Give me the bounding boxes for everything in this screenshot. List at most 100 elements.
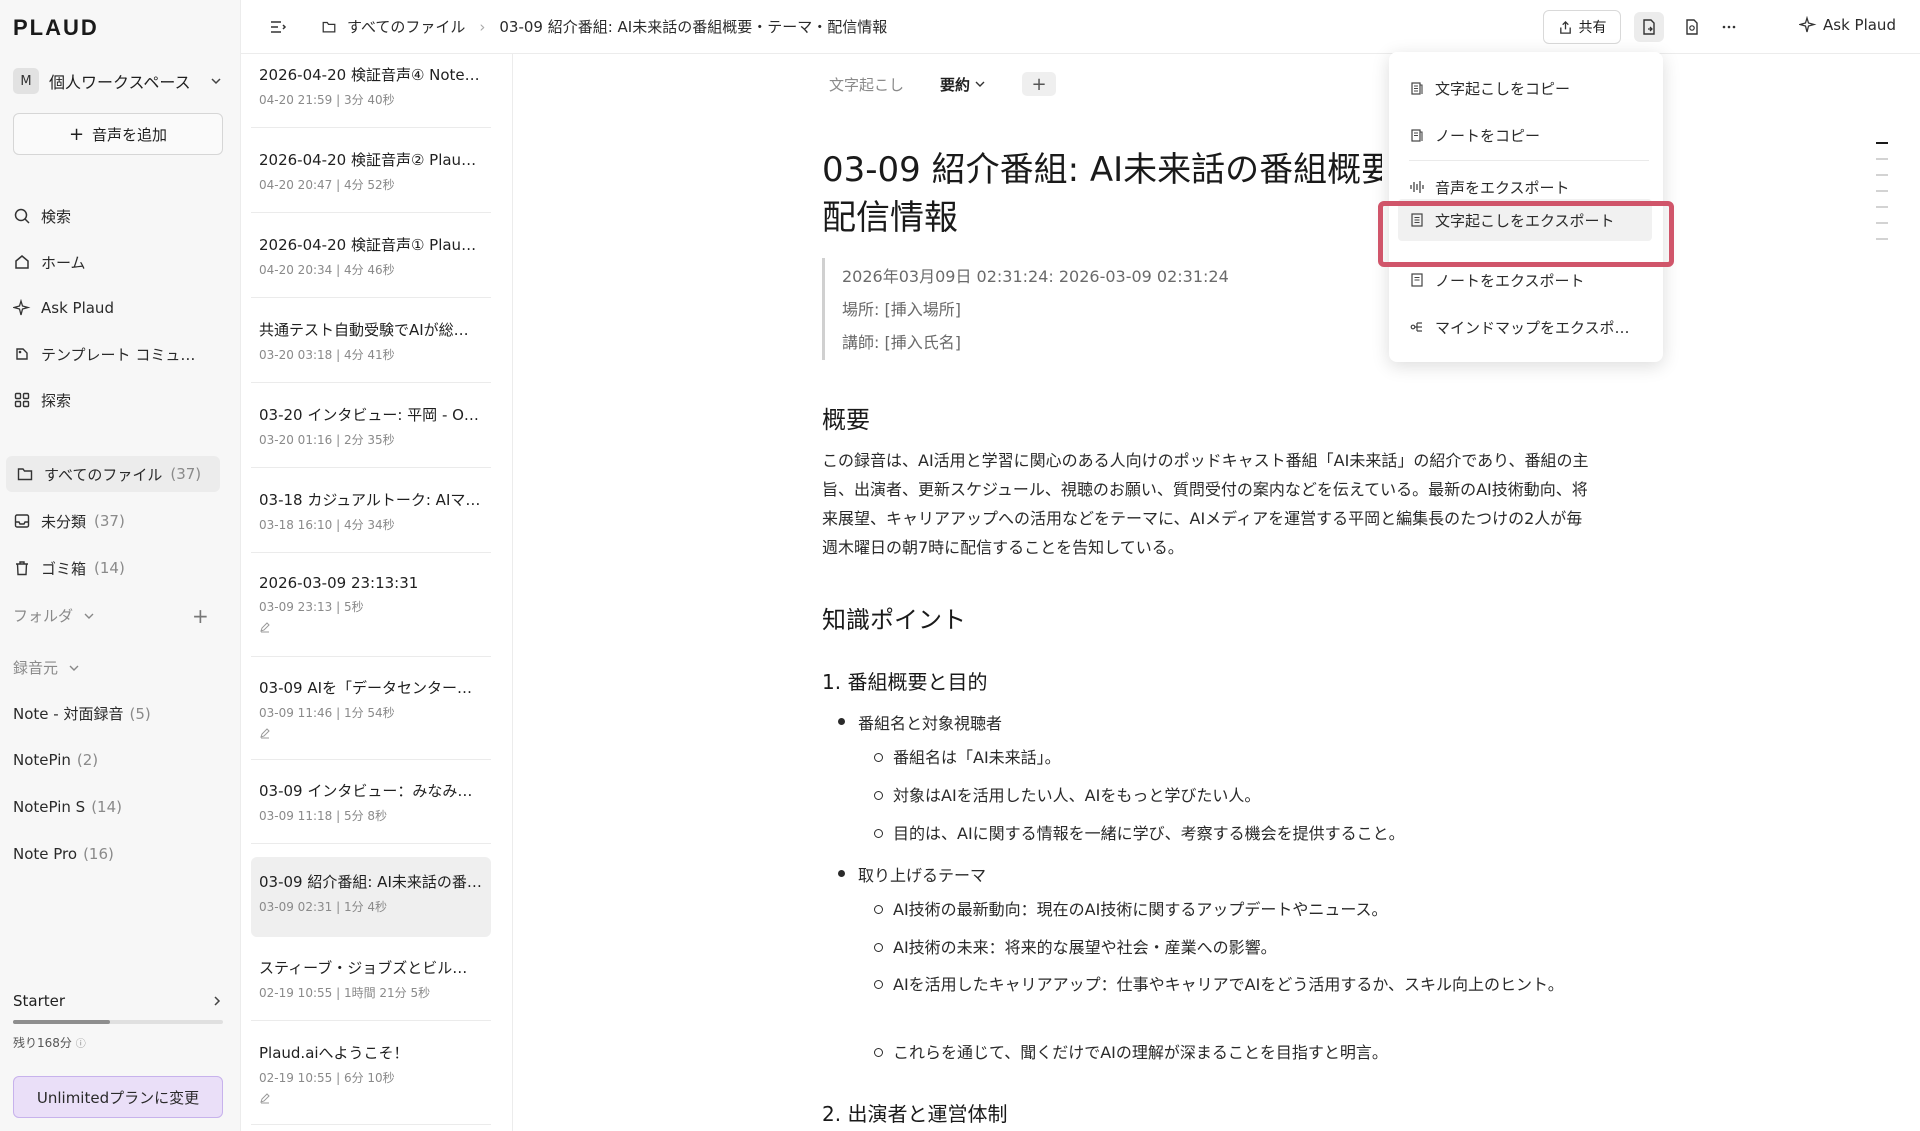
info-icon: ⓘ xyxy=(75,1039,86,1050)
file-count: (37) xyxy=(170,465,202,483)
menu-label: 文字起こしをエクスポート xyxy=(1435,211,1615,230)
outline-marker[interactable] xyxy=(1876,238,1888,240)
file-meta: 03-18 16:10 | 4分 34秒 xyxy=(259,518,395,532)
file-item[interactable]: 03-18 カジュアルトーク: AIマ… 03-18 16:10 | 4分 34秒 xyxy=(251,479,491,553)
tab-transcript[interactable]: 文字起こし xyxy=(829,74,904,95)
plaud-logo: PLAUD xyxy=(13,15,99,40)
file-item[interactable]: スティーブ・ジョブズとビル… 02-19 10:55 | 1時間 21分 5秒 xyxy=(251,947,491,1021)
sub-bullet-item: これらを通じて、聞くだけでAIの理解が深まることを目指すと明言。 xyxy=(874,1038,1593,1068)
tab-summary[interactable]: 要約 xyxy=(940,74,986,95)
sidebar-item-home[interactable]: ホーム xyxy=(13,244,228,280)
source-section-toggle[interactable]: 録音元 xyxy=(13,657,80,678)
file-title: 03-09 AIを「データセンター… xyxy=(259,679,473,697)
plan-usage-fill xyxy=(13,1020,110,1024)
outline-marker[interactable] xyxy=(1876,174,1888,176)
folder-section-toggle[interactable]: フォルダ xyxy=(13,605,95,626)
source-label: NotePin S xyxy=(13,798,86,816)
workspace-name: 個人ワークスペース xyxy=(49,73,191,92)
menu-copy-note[interactable]: ノートをコピー xyxy=(1409,121,1649,149)
file-item[interactable]: 03-09 AIを「データセンター… 03-09 11:46 | 1分 54秒 xyxy=(251,667,491,760)
export-file-icon xyxy=(1643,19,1655,35)
file-item-selected[interactable]: 03-09 紹介番組: AI未来話の番… 03-09 02:31 | 1分 4秒 xyxy=(251,857,491,937)
pen-icon xyxy=(260,622,270,633)
file-meta: 03-20 01:16 | 2分 35秒 xyxy=(259,433,395,447)
outline-marker[interactable] xyxy=(1876,190,1888,192)
sub-bullet-item: 対象はAIを活用したい人、AIをもっと学びたい人。 xyxy=(874,781,1593,811)
plan-row[interactable]: Starter xyxy=(13,990,223,1012)
file-meta: 03-09 11:46 | 1分 54秒 xyxy=(259,706,395,720)
meta-block: 2026年03月09日 02:31:24: 2026-03-09 02:31:2… xyxy=(822,258,1362,360)
sidebar-item-unsorted[interactable]: 未分類 (37) xyxy=(13,503,228,539)
add-tab-button[interactable]: + xyxy=(1022,72,1057,96)
meta-location: 場所: [挿入場所] xyxy=(842,300,961,319)
overview-heading: 概要 xyxy=(822,406,870,434)
file-item[interactable]: Plaud.aiへようこそ！ 02-19 10:55 | 6分 10秒 xyxy=(251,1032,491,1125)
file-meta: 02-19 10:55 | 6分 10秒 xyxy=(259,1071,395,1085)
menu-copy-transcript[interactable]: 文字起こしをコピー xyxy=(1409,74,1649,102)
menu-export-note[interactable]: ノートをエクスポート xyxy=(1409,266,1649,294)
menu-export-mindmap[interactable]: マインドマップをエクスポ… xyxy=(1409,313,1649,341)
file-item[interactable]: 2026-04-20 検証音声① Plaud… 04-20 20:34 | 4分 … xyxy=(251,224,491,298)
outline-marker[interactable] xyxy=(1876,206,1888,208)
file-count: (37) xyxy=(94,512,125,530)
breadcrumb: すべてのファイル › 03-09 紹介番組: AI未来話の番組概要・テーマ・配信… xyxy=(321,16,887,37)
source-notepin-s[interactable]: NotePin S (14) xyxy=(13,798,122,816)
overview-paragraph: この録音は、AI活用と学習に関心のある人向けのポッドキャスト番組「AI未来話」の… xyxy=(822,451,1589,557)
export-doc-icon xyxy=(1411,213,1423,227)
menu-export-audio[interactable]: 音声をエクスポート xyxy=(1409,173,1649,201)
workspace-switcher[interactable]: M 個人ワークスペース xyxy=(13,66,223,96)
file-item[interactable]: 03-20 インタビュー: 平岡 - O… 03-20 01:16 | 2分 35… xyxy=(251,394,491,468)
add-folder-button[interactable]: + xyxy=(192,604,209,628)
file-title: Plaud.aiへようこそ！ xyxy=(259,1044,409,1062)
home-icon xyxy=(15,255,29,269)
sub-bullet-item: AI技術の未来：将来的な展望や社会・産業への影響。 xyxy=(874,933,1593,963)
share-icon xyxy=(1559,20,1571,34)
trash-icon xyxy=(16,561,28,576)
outline-marker[interactable] xyxy=(1876,222,1888,224)
source-count: (14) xyxy=(91,798,122,816)
source-note-pro[interactable]: Note Pro (16) xyxy=(13,845,114,863)
add-audio-button[interactable]: + 音声を追加 xyxy=(13,113,223,155)
source-note[interactable]: Note - 対面録音 (5) xyxy=(13,703,151,724)
share-button[interactable]: 共有 xyxy=(1543,10,1621,44)
sidebar-item-template-community[interactable]: テンプレート コミュ… xyxy=(13,336,228,372)
document-view-button[interactable] xyxy=(1677,12,1707,42)
export-button[interactable] xyxy=(1634,12,1664,42)
sidebar-item-explore[interactable]: 探索 xyxy=(13,382,228,418)
sub-bullet-item: 番組名は「AI未来話」。 xyxy=(874,743,1593,773)
file-item[interactable]: 2026-03-09 23:13:31 03-09 23:13 | 5秒 xyxy=(251,564,491,657)
sidebar-item-label: ホーム xyxy=(41,253,86,272)
file-item[interactable]: 共通テスト自動受験でAIが総… 03-20 03:18 | 4分 41秒 xyxy=(251,309,491,383)
outline-navigator[interactable] xyxy=(1876,142,1888,254)
file-title: 03-09 インタビュー：みなみ… xyxy=(259,782,473,800)
top-bar: すべてのファイル › 03-09 紹介番組: AI未来話の番組概要・テーマ・配信… xyxy=(241,0,1920,54)
sidebar-toggle-icon[interactable] xyxy=(269,18,287,36)
breadcrumb-root[interactable]: すべてのファイル xyxy=(347,16,465,37)
more-button[interactable] xyxy=(1714,12,1744,42)
file-item[interactable]: 2026-04-20 検証音声④ Note … 04-20 21:59 | 3分 … xyxy=(251,54,491,128)
source-notepin[interactable]: NotePin (2) xyxy=(13,751,98,769)
sidebar-item-label: Ask Plaud xyxy=(41,299,114,317)
knowledge-points-heading: 知識ポイント xyxy=(822,606,966,634)
inbox-icon xyxy=(14,514,30,528)
upgrade-plan-button[interactable]: Unlimitedプランに変更 xyxy=(13,1076,223,1118)
outline-marker[interactable] xyxy=(1876,142,1888,144)
sidebar-item-trash[interactable]: ゴミ箱 (14) xyxy=(13,550,228,586)
sidebar-item-ask-plaud[interactable]: Ask Plaud xyxy=(13,290,228,326)
file-meta: 04-20 20:34 | 4分 46秒 xyxy=(259,263,395,277)
sub-bullet-item: AIを活用したキャリアアップ：仕事やキャリアでAIをどう活用するか、スキル向上の… xyxy=(874,970,1593,1000)
outline-marker[interactable] xyxy=(1876,158,1888,160)
menu-export-transcript[interactable]: 文字起こしをエクスポート xyxy=(1398,199,1652,241)
ask-plaud-button[interactable]: Ask Plaud xyxy=(1799,16,1896,34)
sidebar-item-search[interactable]: 検索 xyxy=(13,198,228,234)
sidebar-item-all-files[interactable]: すべてのファイル (37) xyxy=(6,456,220,492)
file-item[interactable]: 03-09 インタビュー：みなみ… 03-09 11:18 | 5分 8秒 xyxy=(251,770,491,844)
file-meta: 03-20 03:18 | 4分 41秒 xyxy=(259,348,395,362)
sparkle-icon xyxy=(13,299,31,316)
file-title: 2026-04-20 検証音声② Plaud… xyxy=(259,151,483,169)
menu-label: ノートをエクスポート xyxy=(1435,271,1585,290)
file-item[interactable]: 2026-04-20 検証音声② Plaud… 04-20 20:47 | 4分 … xyxy=(251,139,491,213)
file-meta: 03-09 11:18 | 5分 8秒 xyxy=(259,809,388,823)
file-title: 2026-03-09 23:13:31 xyxy=(259,574,419,592)
copy-note-icon xyxy=(1411,129,1423,142)
